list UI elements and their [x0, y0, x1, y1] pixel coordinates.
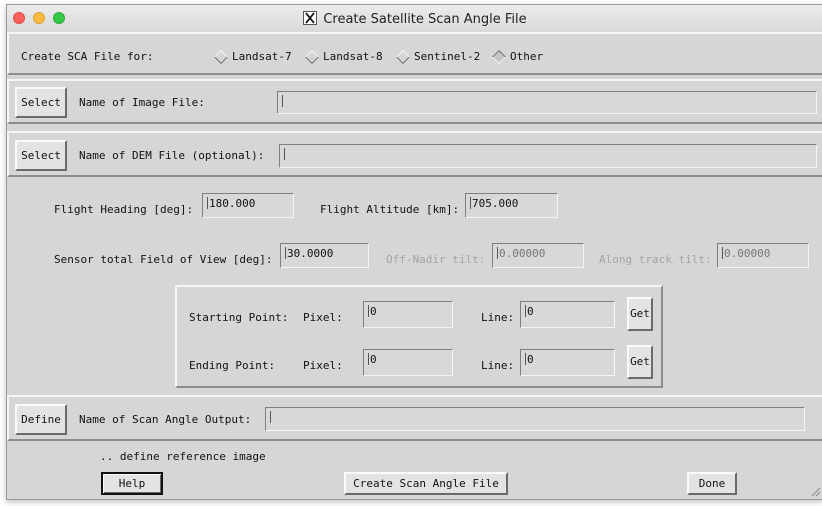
done-button[interactable]: Done — [687, 472, 737, 495]
radio-label-landsat-8: Landsat-8 — [323, 50, 383, 63]
output-file-label: Name of Scan Angle Output: — [79, 413, 252, 426]
get-start-button[interactable]: Get — [627, 297, 653, 331]
status-message: .. define reference image — [100, 450, 266, 463]
end-pixel-input[interactable]: 0 — [363, 349, 453, 376]
image-file-panel: Select Name of Image File: — [7, 79, 822, 124]
get-end-button[interactable]: Get — [627, 345, 653, 379]
off-nadir-input: 0.00000 — [492, 243, 584, 268]
radio-label-other: Other — [510, 50, 544, 63]
dem-file-input[interactable] — [279, 144, 817, 168]
output-file-input[interactable] — [265, 407, 805, 431]
sca-target-panel: Create SCA File for: Landsat-7 Landsat-8… — [7, 32, 822, 75]
end-line-label: Line: — [481, 359, 515, 372]
points-panel: Starting Point: Pixel: 0 Line: 0 Get End… — [175, 285, 663, 388]
flight-altitude-input[interactable]: 705.000 — [465, 193, 558, 218]
window-title: Create Satellite Scan Angle File — [323, 12, 527, 27]
start-pixel-label: Pixel: — [303, 311, 343, 324]
end-line-input[interactable]: 0 — [520, 349, 615, 376]
radio-other[interactable]: Other — [491, 49, 544, 64]
along-track-label: Along track tilt: — [599, 253, 712, 266]
end-pixel-label: Pixel: — [303, 359, 343, 372]
dialog-window: Create Satellite Scan Angle File Create … — [6, 4, 822, 500]
output-panel: Define Name of Scan Angle Output: — [7, 395, 822, 441]
select-image-button[interactable]: Select — [15, 87, 67, 118]
radio-diamond-icon — [213, 49, 229, 64]
dem-file-label: Name of DEM File (optional): — [79, 149, 265, 162]
image-file-input[interactable] — [277, 91, 817, 114]
create-scan-angle-file-button[interactable]: Create Scan Angle File — [344, 472, 508, 495]
radio-landsat-7[interactable]: Landsat-7 — [213, 49, 292, 64]
flight-heading-label: Flight Heading [deg]: — [54, 203, 194, 216]
ending-point-label: Ending Point: — [189, 359, 276, 372]
along-track-input: 0.00000 — [717, 243, 809, 268]
help-button[interactable]: Help — [101, 472, 163, 495]
radio-sentinel-2[interactable]: Sentinel-2 — [395, 49, 481, 64]
start-pixel-input[interactable]: 0 — [363, 301, 453, 328]
radio-diamond-icon — [395, 49, 411, 64]
flight-altitude-label: Flight Altitude [km]: — [320, 203, 460, 216]
sca-for-label: Create SCA File for: — [21, 50, 154, 63]
flight-heading-input[interactable]: 180.000 — [202, 193, 294, 218]
x11-logo-icon — [303, 11, 318, 25]
define-output-button[interactable]: Define — [15, 404, 67, 435]
radio-landsat-8[interactable]: Landsat-8 — [304, 49, 383, 64]
image-file-label: Name of Image File: — [79, 96, 205, 109]
title-bar: Create Satellite Scan Angle File — [7, 5, 822, 33]
radio-label-sentinel-2: Sentinel-2 — [414, 50, 481, 63]
fov-label: Sensor total Field of View [deg]: — [54, 253, 273, 266]
fov-input[interactable]: 30.0000 — [280, 243, 369, 268]
start-line-input[interactable]: 0 — [520, 301, 615, 328]
dem-file-panel: Select Name of DEM File (optional): — [7, 131, 822, 177]
off-nadir-label: Off-Nadir tilt: — [386, 253, 486, 266]
start-line-label: Line: — [481, 311, 515, 324]
title-area: Create Satellite Scan Angle File — [7, 11, 822, 27]
radio-diamond-icon — [304, 49, 320, 64]
radio-diamond-selected-icon — [491, 49, 507, 64]
radio-label-landsat-7: Landsat-7 — [232, 50, 292, 63]
select-dem-button[interactable]: Select — [15, 140, 67, 171]
resize-grip-icon[interactable] — [809, 485, 821, 497]
starting-point-label: Starting Point: — [189, 311, 289, 324]
